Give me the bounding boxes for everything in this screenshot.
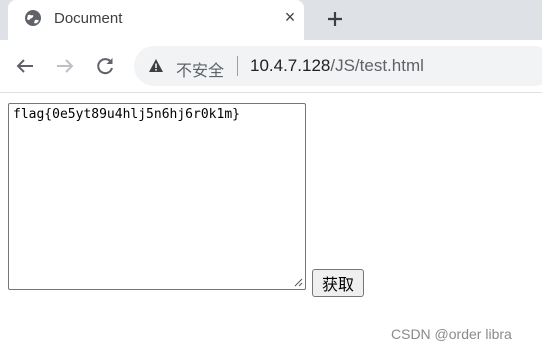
address-separator	[237, 56, 238, 76]
url-text[interactable]: 10.4.7.128/JS/test.html	[250, 56, 424, 76]
resize-grip-icon[interactable]	[293, 277, 303, 287]
forward-button[interactable]	[53, 54, 77, 78]
warning-icon[interactable]	[148, 58, 164, 74]
url-host: 10.4.7.128	[250, 56, 331, 75]
address-bar[interactable]: 不安全 10.4.7.128/JS/test.html	[134, 46, 542, 86]
url-path: /JS/test.html	[330, 56, 424, 75]
security-status[interactable]: 不安全	[176, 57, 224, 81]
get-button[interactable]: 获取	[312, 269, 364, 297]
close-tab-icon[interactable]: ×	[282, 8, 298, 26]
tab-strip: Document ×	[0, 0, 542, 40]
reload-button[interactable]	[93, 54, 117, 78]
new-tab-button[interactable]	[323, 7, 347, 31]
tab-document[interactable]: Document ×	[8, 0, 304, 40]
back-button[interactable]	[13, 54, 37, 78]
csdn-watermark: CSDN @order libra	[391, 326, 512, 342]
globe-icon	[25, 10, 41, 26]
tab-title: Document	[54, 10, 123, 27]
browser-toolbar: 不安全 10.4.7.128/JS/test.html	[0, 40, 542, 93]
flag-textarea[interactable]	[8, 103, 306, 290]
